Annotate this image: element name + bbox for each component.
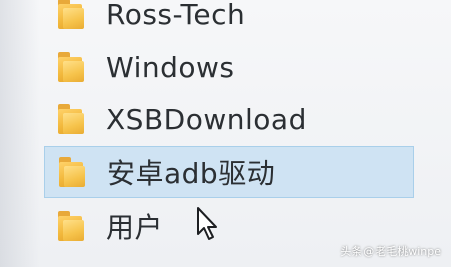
- folder-icon: [58, 0, 84, 29]
- file-item-label: Windows: [106, 50, 235, 84]
- watermark-handle: 老毛桃winpe: [375, 245, 441, 258]
- file-item-label: 安卓adb驱动: [107, 157, 276, 190]
- file-list-item-adb-driver[interactable]: 安卓adb驱动: [44, 146, 414, 198]
- folder-icon: [58, 211, 84, 241]
- file-item-label: Ross-Tech: [106, 0, 246, 31]
- watermark: 头条 @ 老毛桃winpe: [340, 243, 441, 259]
- file-item-label: XSBDownload: [106, 102, 307, 136]
- file-explorer-pane: Ross-Tech Windows XSBDownload 安卓adb驱动 用户…: [0, 0, 451, 267]
- watermark-at: @: [363, 244, 375, 258]
- file-list-item-ross-tech[interactable]: Ross-Tech: [44, 0, 414, 40]
- file-list-item-xsbdownload[interactable]: XSBDownload: [44, 93, 414, 145]
- file-list-item-windows[interactable]: Windows: [44, 41, 414, 93]
- watermark-prefix: 头条: [340, 245, 363, 258]
- folder-icon: [58, 104, 84, 134]
- folder-icon: [58, 52, 84, 82]
- folder-icon: [59, 157, 85, 187]
- mouse-cursor-icon: [197, 207, 217, 240]
- file-item-label: 用户: [106, 211, 164, 244]
- pane-edge-shadow: [0, 0, 40, 267]
